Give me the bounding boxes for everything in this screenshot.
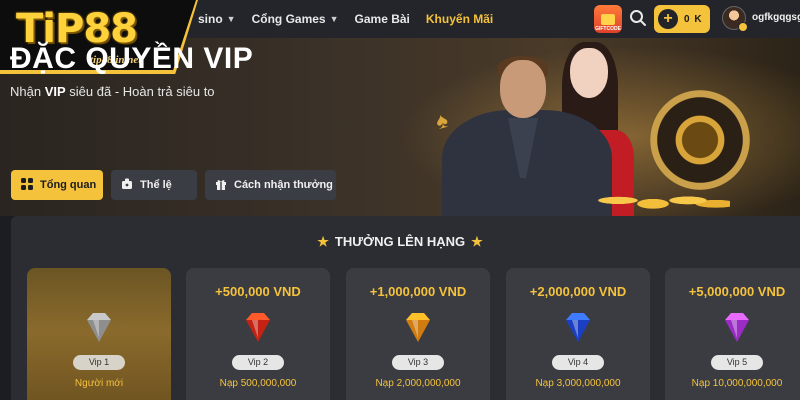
grid-icon [21, 177, 33, 193]
section-title-text: THƯỞNG LÊN HẠNG [334, 234, 466, 249]
nav-item-cong-games[interactable]: Cổng Games ▼ [252, 12, 339, 26]
vip-card[interactable]: +1,000,000 VND Vip 3 Nạp 2,000,000,000 [346, 268, 490, 400]
tab-label: Cách nhận thưởng [234, 179, 333, 191]
hero-subtitle: Nhận VIP siêu đã - Hoàn trả siêu to [10, 84, 215, 99]
man-image [500, 60, 546, 118]
section-title: ★ THƯỞNG LÊN HẠNG ★ [0, 234, 800, 250]
nav-item-game-bai[interactable]: Game Bài [355, 12, 410, 26]
gold-coins-image [590, 180, 730, 214]
tab-overview[interactable]: Tổng quan [11, 170, 103, 200]
vip-reward: +2,000,000 VND [529, 284, 627, 299]
tab-how-to-claim[interactable]: Cách nhận thưởng [205, 170, 336, 200]
nav-item-casino[interactable]: sino ▼ [198, 12, 236, 26]
star-icon: ★ [317, 234, 329, 249]
nav-menu: sino ▼ Cổng Games ▼ Game Bài Khuyến Mãi [198, 0, 509, 38]
search-icon [630, 10, 646, 26]
subtitle-rest: siêu đã - Hoàn trả siêu to [65, 84, 215, 99]
vip-requirement: Nạp 3,000,000,000 [535, 378, 621, 389]
woman-image [570, 48, 608, 98]
nav-item-label: Cổng Games [251, 12, 326, 26]
vip-requirement: Nạp 500,000,000 [219, 378, 297, 389]
diamond-icon [246, 313, 270, 342]
giftcode-label: GIFTCODE [595, 26, 621, 32]
vip-requirement: Người mới [74, 378, 124, 389]
gift-box-icon [601, 13, 615, 25]
diamond-icon [406, 313, 430, 342]
diamond-icon [87, 313, 111, 342]
vip-level-badge: Vip 1 [73, 355, 125, 370]
search-button[interactable] [628, 8, 648, 28]
vip-level-badge: Vip 4 [552, 355, 604, 370]
diamond-icon [566, 313, 590, 342]
vip-level-badge: Vip 2 [232, 355, 284, 370]
vip-card[interactable]: +5,000,000 VND Vip 5 Nạp 10,000,000,000 [665, 268, 800, 400]
username[interactable]: ogfkgqgsg8 [752, 12, 800, 23]
tab-rules[interactable]: Thể lệ [111, 170, 197, 200]
vip-reward: +500,000 VND [215, 284, 301, 299]
vip-card[interactable]: Vip 1 Người mới [27, 268, 171, 400]
avatar-badge-icon [738, 22, 748, 32]
diamond-icon [725, 313, 749, 342]
rules-icon [121, 178, 133, 193]
subtitle-bold: VIP [44, 84, 66, 99]
tab-label: Thể lệ [140, 179, 172, 191]
subtitle-prefix: Nhận [10, 84, 45, 99]
balance-amount: 0 K [684, 13, 703, 25]
star-icon: ★ [471, 234, 483, 249]
vip-card[interactable]: +2,000,000 VND Vip 4 Nạp 3,000,000,000 [506, 268, 650, 400]
gift-icon [215, 178, 227, 193]
tab-label: Tổng quan [40, 179, 97, 191]
vip-card[interactable]: +500,000 VND Vip 2 Nạp 500,000,000 [186, 268, 330, 400]
vip-requirement: Nạp 2,000,000,000 [375, 378, 461, 389]
nav-item-label: sino [198, 12, 223, 26]
nav-item-label: Khuyến Mãi [425, 12, 494, 26]
nav-item-label: Game Bài [354, 12, 410, 26]
giftcode-button[interactable]: GIFTCODE [594, 5, 622, 33]
vip-reward: +1,000,000 VND [369, 284, 467, 299]
nav-item-khuyen-mai[interactable]: Khuyến Mãi [426, 12, 493, 26]
vip-level-badge: Vip 3 [392, 355, 444, 370]
page-title: ĐẶC QUYỀN VIP [10, 42, 254, 75]
roulette-wheel-image [650, 90, 750, 190]
balance-deposit-button[interactable]: + 0 K [654, 5, 710, 33]
chevron-down-icon: ▼ [329, 14, 339, 24]
vip-reward: +5,000,000 VND [688, 284, 786, 299]
plus-icon: + [658, 9, 678, 29]
chevron-down-icon: ▼ [226, 14, 236, 24]
vip-requirement: Nạp 10,000,000,000 [691, 378, 783, 389]
vip-level-badge: Vip 5 [711, 355, 763, 370]
